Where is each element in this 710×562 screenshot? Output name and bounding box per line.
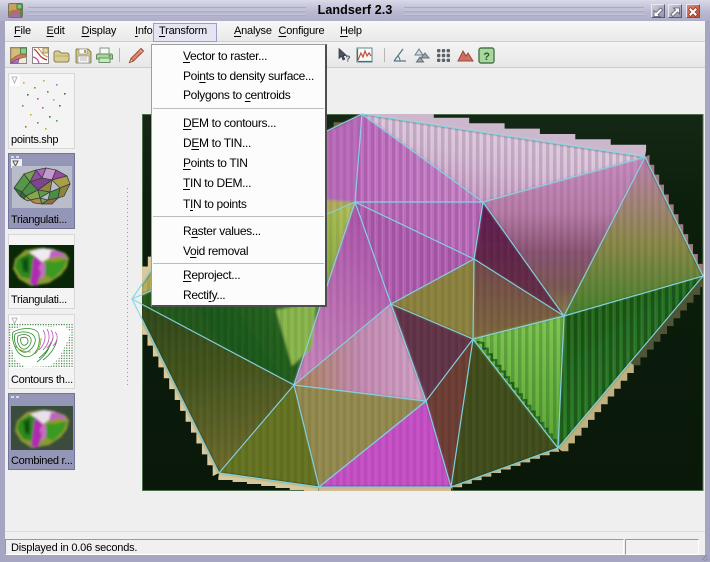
svg-text:?: ? (483, 51, 490, 63)
svg-text:?: ? (345, 55, 350, 64)
